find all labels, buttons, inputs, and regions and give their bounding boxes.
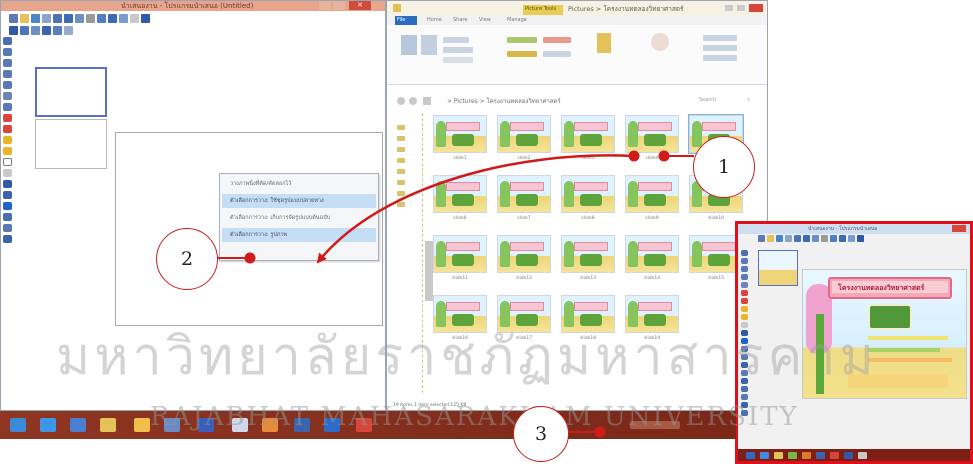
annotation-overlay: [218, 150, 694, 438]
callout-1: 1: [693, 136, 755, 198]
callout-2: 2: [156, 228, 218, 290]
marker-dot: [244, 252, 256, 264]
callout-3: 3: [513, 406, 569, 462]
marker-dot: [594, 426, 606, 438]
drag-arrow: [316, 154, 635, 264]
marker-dot: [628, 150, 640, 162]
marker-dot: [658, 150, 670, 162]
